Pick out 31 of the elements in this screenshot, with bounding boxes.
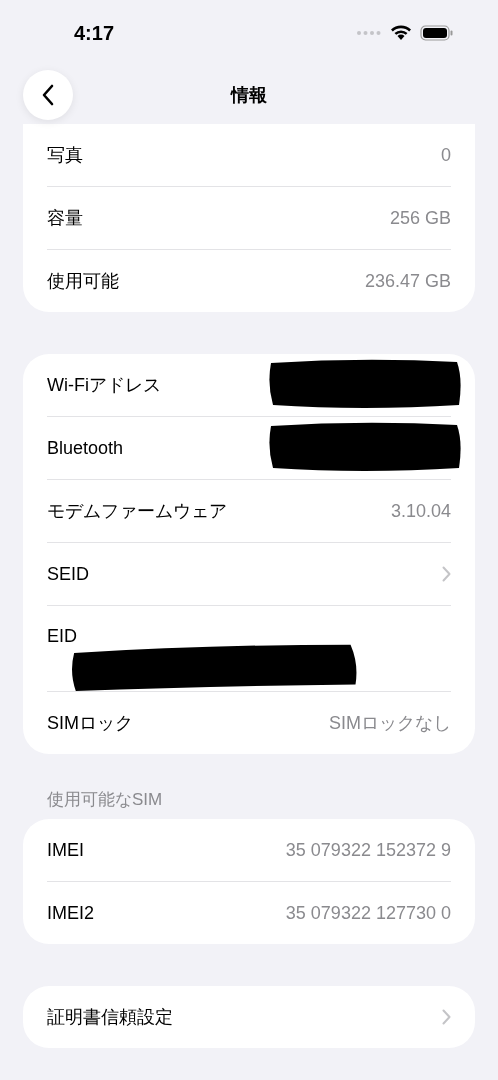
row-label: モデムファームウェア <box>47 500 227 523</box>
row-label: EID <box>47 626 77 647</box>
settings-row[interactable]: SEID <box>47 543 451 606</box>
row-value: 35 079322 127730 0 <box>285 902 451 924</box>
row-label: 容量 <box>47 207 83 230</box>
row-label: SIMロック <box>47 712 133 735</box>
row-value: 236.47 GB <box>364 270 451 292</box>
battery-icon <box>420 25 454 41</box>
row-value: 256 GB <box>389 207 451 229</box>
signal-dots-icon <box>356 30 382 36</box>
row-label: Bluetooth <box>47 437 124 459</box>
wifi-icon <box>390 25 412 41</box>
row-label: 写真 <box>47 144 83 167</box>
chevron-left-icon <box>42 84 54 106</box>
section-header: 使用可能なSIM <box>46 789 164 811</box>
row-label: Wi-Fiアドレス <box>47 374 161 397</box>
row-label: 証明書信頼設定 <box>47 1006 173 1029</box>
status-time: 4:17 <box>74 21 115 45</box>
page-title: 情報 <box>231 84 267 107</box>
row-label: SEID <box>47 563 89 585</box>
row-label: 使用可能 <box>47 270 119 293</box>
back-button[interactable] <box>23 70 73 120</box>
row-label: IMEI <box>47 839 84 861</box>
row-value: 0 <box>441 144 451 166</box>
row-value: SIMロックなし <box>329 712 451 735</box>
chevron-right-icon <box>442 1009 451 1025</box>
settings-row[interactable]: 証明書信頼設定 <box>47 986 451 1048</box>
row-value: 3.10.04 <box>390 500 451 522</box>
row-label: IMEI2 <box>47 902 94 924</box>
chevron-right-icon <box>442 566 451 582</box>
row-value: 35 079322 152372 9 <box>285 839 451 861</box>
